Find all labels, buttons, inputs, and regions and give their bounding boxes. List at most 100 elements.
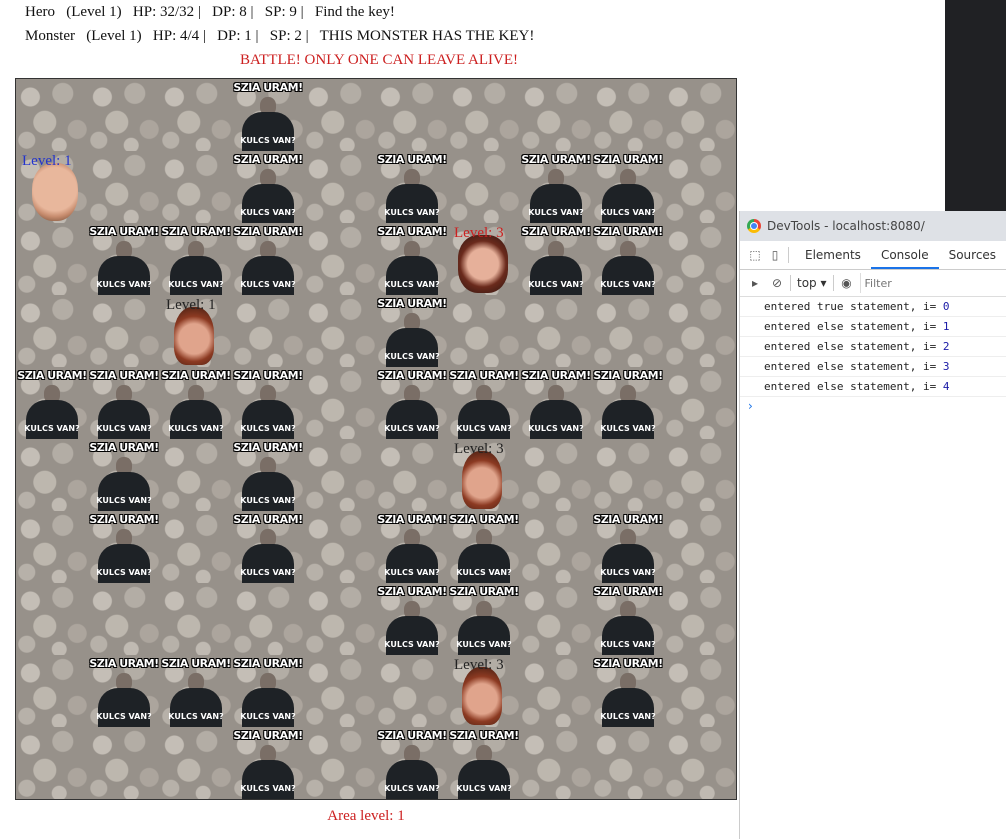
clear-console-icon[interactable]: ⊘ — [770, 276, 784, 290]
wall-bottom-text: KULCS VAN? — [528, 424, 584, 433]
wall-tile: SZIA URAM! KULCS VAN? — [592, 223, 664, 295]
wall-tile: SZIA URAM! KULCS VAN? — [232, 655, 304, 727]
wall-tile: SZIA URAM! KULCS VAN? — [232, 367, 304, 439]
wall-figure-body — [386, 256, 438, 295]
wall-bottom-text: KULCS VAN? — [384, 640, 440, 649]
eye-icon[interactable]: ◉ — [840, 276, 854, 290]
hero-sp: SP: 9 | — [264, 4, 304, 20]
floor-tile — [304, 223, 376, 295]
wall-bottom-text: KULCS VAN? — [456, 568, 512, 577]
floor-tile — [520, 727, 592, 799]
sidebar-toggle-icon[interactable]: ▸ — [748, 276, 762, 290]
wall-top-text: SZIA URAM! — [377, 225, 447, 238]
wall-bottom-text: KULCS VAN? — [384, 568, 440, 577]
wall-bottom-text: KULCS VAN? — [600, 568, 656, 577]
hero-level: (Level 1) — [66, 4, 122, 20]
floor-tile — [304, 367, 376, 439]
wall-bottom-text: KULCS VAN? — [240, 424, 296, 433]
wall-top-text: SZIA URAM! — [593, 369, 663, 382]
wall-tile: SZIA URAM! KULCS VAN? — [592, 655, 664, 727]
hero-dp: DP: 8 | — [212, 4, 254, 20]
wall-bottom-text: KULCS VAN? — [384, 424, 440, 433]
floor-tile — [592, 439, 664, 511]
wall-top-text: SZIA URAM! — [377, 297, 447, 310]
wall-bottom-text: KULCS VAN? — [600, 280, 656, 289]
floor-tile — [160, 79, 232, 151]
inspect-element-icon[interactable]: ⬚ — [748, 248, 762, 262]
floor-tile — [16, 511, 88, 583]
monster-name: Monster — [25, 28, 75, 44]
log-message: entered else statement, i= — [764, 340, 943, 353]
wall-figure-body — [386, 544, 438, 583]
hero-name: Hero — [25, 4, 55, 20]
floor-tile — [520, 655, 592, 727]
floor-tile — [304, 151, 376, 223]
wall-tile: SZIA URAM! KULCS VAN? — [376, 151, 448, 223]
log-number: 3 — [942, 360, 950, 373]
console-prompt[interactable]: › — [740, 397, 1006, 415]
wall-bottom-text: KULCS VAN? — [96, 424, 152, 433]
wall-figure-body — [98, 544, 150, 583]
wall-tile: SZIA URAM! KULCS VAN? — [376, 367, 448, 439]
wall-figure-body — [602, 256, 654, 295]
floor-tile — [376, 79, 448, 151]
devtools-title: DevTools - localhost:8080/ — [767, 219, 925, 233]
log-message: entered else statement, i= — [764, 380, 943, 393]
wall-tile: SZIA URAM! KULCS VAN? — [448, 511, 520, 583]
wall-figure-body — [602, 616, 654, 655]
console-toolbar: ▸ ⊘ top ▾ ◉ — [740, 270, 1006, 297]
floor-tile — [664, 655, 736, 727]
tab-console[interactable]: Console — [870, 241, 939, 269]
monster-hp: HP: 4/4 | — [152, 28, 206, 44]
wall-top-text: SZIA URAM! — [89, 657, 159, 670]
wall-figure-body — [98, 472, 150, 511]
floor-tile — [304, 511, 376, 583]
wall-figure-body — [602, 184, 654, 223]
wall-bottom-text: KULCS VAN? — [240, 208, 296, 217]
wall-figure-body — [170, 400, 222, 439]
wall-figure-body — [170, 256, 222, 295]
floor-tile — [304, 439, 376, 511]
log-number: 0 — [942, 300, 950, 313]
wall-figure-body — [602, 544, 654, 583]
wall-tile: SZIA URAM! KULCS VAN? — [232, 79, 304, 151]
tab-sources[interactable]: Sources — [939, 241, 1006, 269]
wall-bottom-text: KULCS VAN? — [240, 496, 296, 505]
wall-bottom-text: KULCS VAN? — [168, 712, 224, 721]
floor-tile — [664, 295, 736, 367]
wall-tile: SZIA URAM! KULCS VAN? — [592, 151, 664, 223]
wall-bottom-text: KULCS VAN? — [384, 208, 440, 217]
wall-figure-body — [458, 760, 510, 799]
wall-figure-body — [530, 256, 582, 295]
wall-tile: SZIA URAM! KULCS VAN? — [88, 367, 160, 439]
floor-tile — [376, 439, 448, 511]
wall-tile: SZIA URAM! KULCS VAN? — [376, 727, 448, 799]
area-level: Area level: 1 — [327, 808, 405, 824]
floor-tile — [160, 511, 232, 583]
floor-tile — [664, 727, 736, 799]
wall-top-text: SZIA URAM! — [593, 513, 663, 526]
console-filter-input[interactable] — [859, 273, 977, 293]
game-board[interactable]: SZIA URAM! KULCS VAN? SZIA URAM! KULCS VAN?… — [15, 78, 737, 800]
floor-tile — [16, 79, 88, 151]
monster-sprite — [462, 451, 502, 509]
wall-tile: SZIA URAM! KULCS VAN? — [448, 583, 520, 655]
chrome-logo-icon — [747, 219, 761, 233]
wall-tile: SZIA URAM! KULCS VAN? — [88, 511, 160, 583]
wall-top-text: SZIA URAM! — [89, 225, 159, 238]
wall-bottom-text: KULCS VAN? — [96, 712, 152, 721]
wall-figure-body — [242, 184, 294, 223]
device-toolbar-icon[interactable]: ▯ — [768, 248, 782, 262]
wall-tile: SZIA URAM! KULCS VAN? — [232, 727, 304, 799]
console-log-entry: entered else statement, i= 2 — [740, 337, 1006, 357]
wall-tile: SZIA URAM! KULCS VAN? — [376, 295, 448, 367]
wall-figure-body — [386, 328, 438, 367]
context-selector[interactable]: top ▾ — [797, 276, 827, 290]
floor-tile — [448, 295, 520, 367]
console-log-entry: entered true statement, i= 0 — [740, 297, 1006, 317]
tab-elements[interactable]: Elements — [795, 241, 871, 269]
wall-figure-body — [98, 688, 150, 727]
floor-tile — [520, 439, 592, 511]
wall-figure-body — [242, 688, 294, 727]
hero-goal: Find the key! — [314, 4, 395, 20]
